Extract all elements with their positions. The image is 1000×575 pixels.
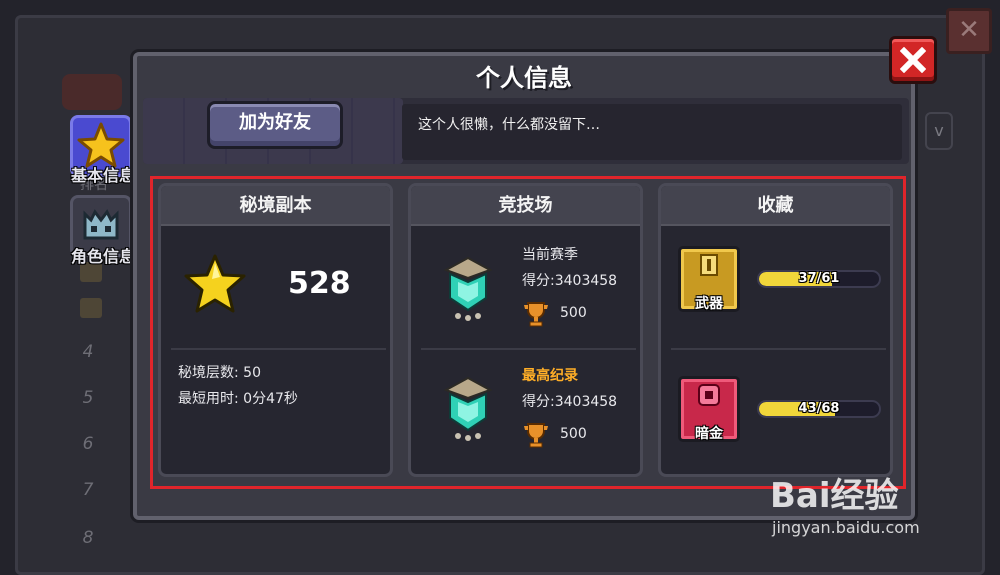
background-rank-number: 4 [82,342,94,362]
arena-current-label: 当前赛季 [522,247,578,263]
secret-realm-stars: 528 [288,266,351,301]
background-trophy-icon [80,298,102,318]
collection-title: 收藏 [661,186,890,226]
background-close-icon: ✕ [946,8,992,54]
trophy-icon [524,302,548,327]
darkgold-book-icon [698,384,720,406]
arena-best-score: 得分:3403458 [522,394,618,410]
secret-realm-card: 秘境副本 [158,183,393,477]
arena-best-label: 最高纪录 [522,368,578,384]
watermark-logo: Bai经验 [770,476,899,516]
arena-best-trophies: 500 [560,426,587,442]
bio-text: 这个人很懒，什么都没留下… [418,117,600,133]
dialog-title: 个人信息 [476,64,572,92]
darkgold-progress-text: 43/68 [798,401,840,416]
weapon-book-icon [700,254,718,276]
card-divider [171,348,386,350]
secret-realm-best-time: 最短用时: 0分47秒 [178,391,298,407]
trophy-icon [524,423,548,448]
weapon-collection-label: 武器 [695,296,723,312]
card-divider [421,348,636,350]
darkgold-collection-label: 暗金 [695,426,723,442]
background-rank-number: 5 [82,388,94,408]
add-friend-button[interactable]: 加为好友 [207,101,343,149]
weapon-progress-text: 37/61 [798,271,840,286]
close-icon [900,47,926,73]
background-rank-number: 7 [82,480,94,500]
arena-current-trophies: 500 [560,305,587,321]
arena-rank-badge-icon [443,376,493,441]
arena-current-score: 得分:3403458 [522,273,618,289]
background-rank-number: 6 [82,434,94,454]
close-button[interactable] [889,36,937,84]
secret-realm-title: 秘境副本 [161,186,390,226]
secret-realm-floors: 秘境层数: 50 [178,365,261,381]
background-rank-number: 8 [82,528,94,548]
background-avatar [62,74,122,110]
arena-rank-badge-icon [443,256,493,321]
arena-title: 竞技场 [411,186,640,226]
star-icon [184,254,246,313]
background-dropdown-chevron-icon: v [925,112,953,150]
card-divider [671,348,886,350]
watermark-url: jingyan.baidu.com [772,518,920,537]
